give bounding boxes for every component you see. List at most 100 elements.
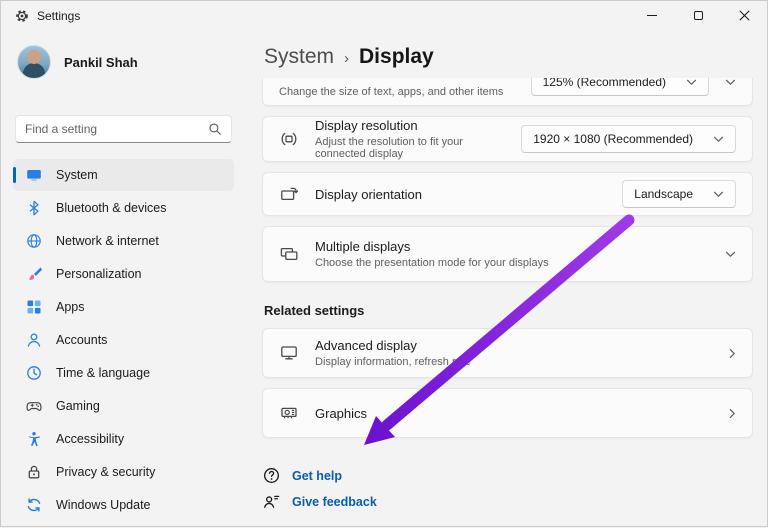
paintbrush-icon bbox=[26, 266, 42, 282]
sidebar-item-label: Gaming bbox=[56, 399, 100, 413]
sidebar-item-label: Bluetooth & devices bbox=[56, 201, 167, 215]
window-controls bbox=[629, 1, 767, 30]
resolution-dropdown[interactable]: 1920 × 1080 (Recommended) bbox=[521, 125, 736, 153]
sidebar-item-label: Privacy & security bbox=[56, 465, 155, 479]
scale-dropdown[interactable]: 125% (Recommended) bbox=[531, 78, 709, 96]
graphics-gpu-icon bbox=[279, 403, 299, 423]
graphics-title: Graphics bbox=[315, 406, 713, 421]
breadcrumb-separator: › bbox=[344, 50, 349, 67]
main-content: System › Display Change the size of text… bbox=[246, 33, 767, 526]
sidebar-item-label: Apps bbox=[56, 300, 85, 314]
graphics-card[interactable]: Graphics bbox=[262, 388, 753, 438]
sidebar-item-label: Accounts bbox=[56, 333, 107, 347]
footer-links: Get help Give feedback bbox=[262, 466, 753, 511]
advanced-display-title: Advanced display bbox=[315, 338, 713, 353]
sidebar-item-windows-update[interactable]: Windows Update bbox=[13, 489, 234, 521]
chevron-down-icon bbox=[713, 191, 724, 198]
sidebar-item-accounts[interactable]: Accounts bbox=[13, 324, 234, 356]
search-icon bbox=[208, 122, 222, 136]
advanced-display-card[interactable]: Advanced display Display information, re… bbox=[262, 328, 753, 378]
get-help-link[interactable]: Get help bbox=[262, 466, 342, 485]
orientation-icon bbox=[279, 184, 299, 204]
chevron-right-icon bbox=[729, 348, 736, 359]
scale-card[interactable]: Change the size of text, apps, and other… bbox=[262, 78, 753, 106]
page-title: Display bbox=[359, 45, 434, 69]
display-orientation-card: Display orientation Landscape bbox=[262, 172, 753, 216]
maximize-button[interactable] bbox=[675, 1, 721, 30]
get-help-label: Get help bbox=[292, 469, 342, 483]
sidebar-nav: System Bluetooth & devices Network & int… bbox=[13, 159, 234, 521]
multiple-displays-icon bbox=[279, 244, 299, 264]
monitor-icon bbox=[26, 167, 42, 183]
avatar bbox=[17, 45, 51, 79]
sidebar-item-accessibility[interactable]: Accessibility bbox=[13, 423, 234, 455]
resolution-icon bbox=[279, 129, 299, 149]
sidebar-item-label: Network & internet bbox=[56, 234, 159, 248]
breadcrumb: System › Display bbox=[264, 45, 751, 69]
accessibility-icon bbox=[26, 431, 42, 447]
close-button[interactable] bbox=[721, 1, 767, 30]
advanced-display-subtitle: Display information, refresh rate bbox=[315, 356, 713, 368]
sidebar-item-time-language[interactable]: Time & language bbox=[13, 357, 234, 389]
sidebar-item-apps[interactable]: Apps bbox=[13, 291, 234, 323]
advanced-display-icon bbox=[279, 343, 299, 363]
sidebar-item-label: Personalization bbox=[56, 267, 141, 281]
sidebar-item-label: Windows Update bbox=[56, 498, 151, 512]
clock-icon bbox=[26, 365, 42, 381]
window-title: Settings bbox=[37, 9, 80, 23]
chevron-down-icon bbox=[713, 136, 724, 143]
settings-window: Settings Pankil Shah bbox=[0, 0, 768, 527]
search-input[interactable] bbox=[25, 122, 208, 136]
settings-scroll-area: Change the size of text, apps, and other… bbox=[262, 78, 753, 526]
resolution-subtitle: Adjust the resolution to fit your connec… bbox=[315, 136, 505, 160]
chevron-down-icon bbox=[725, 251, 736, 258]
resolution-value: 1920 × 1080 (Recommended) bbox=[533, 132, 693, 146]
scale-subtitle: Change the size of text, apps, and other… bbox=[279, 86, 515, 98]
sidebar-item-privacy-security[interactable]: Privacy & security bbox=[13, 456, 234, 488]
minimize-button[interactable] bbox=[629, 1, 675, 30]
multiple-displays-card[interactable]: Multiple displays Choose the presentatio… bbox=[262, 226, 753, 282]
breadcrumb-system[interactable]: System bbox=[264, 45, 334, 69]
sidebar-item-bluetooth-devices[interactable]: Bluetooth & devices bbox=[13, 192, 234, 224]
feedback-person-icon bbox=[262, 492, 281, 511]
settings-gear-icon bbox=[15, 9, 29, 23]
person-icon bbox=[26, 332, 42, 348]
search-box bbox=[15, 115, 232, 143]
sidebar-item-gaming[interactable]: Gaming bbox=[13, 390, 234, 422]
sidebar-item-network-internet[interactable]: Network & internet bbox=[13, 225, 234, 257]
sidebar: Pankil Shah System Bluetooth & de bbox=[1, 33, 246, 526]
globe-icon bbox=[26, 233, 42, 249]
give-feedback-label: Give feedback bbox=[292, 495, 377, 509]
chevron-down-icon bbox=[686, 79, 697, 86]
multiple-displays-title: Multiple displays bbox=[315, 239, 709, 254]
user-profile: Pankil Shah bbox=[13, 39, 234, 85]
scale-value: 125% (Recommended) bbox=[543, 78, 666, 89]
multiple-displays-subtitle: Choose the presentation mode for your di… bbox=[315, 257, 709, 269]
update-arrows-icon bbox=[26, 497, 42, 513]
user-name: Pankil Shah bbox=[64, 55, 138, 70]
titlebar-app-area: Settings bbox=[1, 1, 80, 23]
close-icon bbox=[739, 10, 750, 21]
orientation-value: Landscape bbox=[634, 187, 693, 201]
minimize-icon bbox=[647, 15, 657, 16]
give-feedback-link[interactable]: Give feedback bbox=[262, 492, 377, 511]
help-question-icon bbox=[262, 466, 281, 485]
titlebar: Settings bbox=[1, 1, 767, 33]
orientation-dropdown[interactable]: Landscape bbox=[622, 180, 736, 208]
orientation-title: Display orientation bbox=[315, 187, 606, 202]
sidebar-item-label: Accessibility bbox=[56, 432, 124, 446]
resolution-title: Display resolution bbox=[315, 118, 505, 133]
apps-grid-icon bbox=[26, 299, 42, 315]
sidebar-item-label: Time & language bbox=[56, 366, 150, 380]
gamepad-icon bbox=[26, 398, 42, 414]
sidebar-item-system[interactable]: System bbox=[13, 159, 234, 191]
lock-icon bbox=[26, 464, 42, 480]
chevron-down-icon[interactable] bbox=[725, 79, 736, 86]
display-resolution-card: Display resolution Adjust the resolution… bbox=[262, 116, 753, 162]
maximize-icon bbox=[694, 11, 703, 20]
sidebar-item-label: System bbox=[56, 168, 98, 182]
bluetooth-icon bbox=[26, 200, 42, 216]
related-settings-heading: Related settings bbox=[264, 303, 751, 318]
sidebar-item-personalization[interactable]: Personalization bbox=[13, 258, 234, 290]
chevron-right-icon bbox=[729, 408, 736, 419]
